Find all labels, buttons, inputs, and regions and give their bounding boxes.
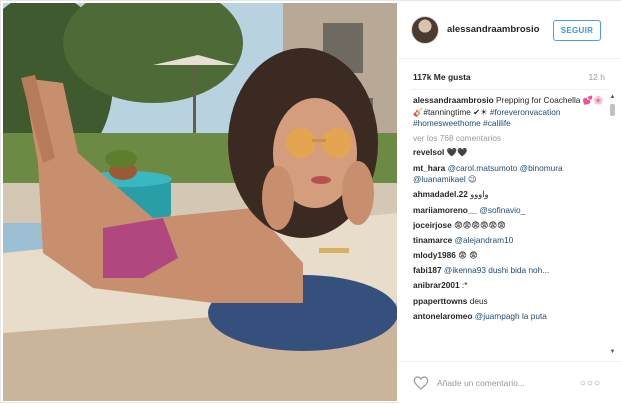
comment: mariiamoreno__ @sofinavio_ bbox=[413, 205, 609, 217]
comment: joceirjose 😨😨😨😨😨😨 bbox=[413, 220, 609, 232]
add-comment-input[interactable]: Añade un comentario... bbox=[437, 378, 580, 388]
comment-bar: Añade un comentario... ○○○ bbox=[399, 361, 621, 404]
comment: anibrar2001 :* bbox=[413, 280, 609, 292]
scroll-down-arrow-icon[interactable]: ▼ bbox=[609, 349, 616, 356]
comment-text: deus bbox=[469, 295, 488, 306]
comment-text: واووو bbox=[470, 189, 489, 200]
view-all-comments-link[interactable]: ver los 768 comentarios bbox=[413, 133, 609, 145]
likes-count[interactable]: 117k Me gusta bbox=[413, 72, 471, 82]
caption-username[interactable]: alessandraambrosio bbox=[413, 95, 494, 105]
comment: ahmadadel.22 واووو bbox=[413, 189, 609, 201]
comment-username[interactable]: fabi187 bbox=[413, 265, 442, 275]
instagram-post-window: alessandraambrosio SEGUIR 117k Me gusta … bbox=[0, 0, 621, 404]
comments-scrollbar[interactable]: ▲ ▼ bbox=[609, 94, 616, 356]
scroll-up-arrow-icon[interactable]: ▲ bbox=[609, 94, 616, 101]
scrollbar-thumb[interactable] bbox=[610, 104, 615, 116]
caption: alessandraambrosio Prepping for Coachell… bbox=[413, 95, 609, 130]
comment: revelsol 🖤🖤 bbox=[413, 147, 609, 159]
comment: mt_hara @carol.matsumoto @binomura @luan… bbox=[413, 163, 609, 186]
username-link[interactable]: alessandraambrosio bbox=[447, 24, 539, 35]
avatar[interactable] bbox=[411, 15, 439, 44]
comment: tinamarce @alejandram10 bbox=[413, 235, 609, 247]
heart-icon[interactable] bbox=[413, 375, 429, 391]
comment-username[interactable]: antonelaromeo bbox=[413, 311, 472, 321]
comment-username[interactable]: ahmadadel.22 bbox=[413, 189, 468, 199]
comment-text: 😨 😨 bbox=[458, 250, 478, 261]
comment-text: @ikenna93 dushi bida noh... bbox=[443, 265, 550, 276]
comment: antonelaromeo @juampagh la puta bbox=[413, 311, 609, 323]
post-photo[interactable] bbox=[3, 3, 397, 401]
comment-text: @alejandram10 bbox=[454, 234, 514, 245]
comment: fabi187 @ikenna93 dushi bida noh... bbox=[413, 265, 609, 277]
photo-image bbox=[3, 3, 397, 401]
divider bbox=[411, 89, 609, 90]
comment-username[interactable]: revelsol bbox=[413, 147, 444, 157]
post-header: alessandraambrosio SEGUIR bbox=[399, 1, 621, 59]
likes-row: 117k Me gusta 12 h bbox=[413, 69, 605, 85]
comment-username[interactable]: joceirjose bbox=[413, 220, 452, 230]
comment-text: 😨😨😨😨😨😨 bbox=[454, 219, 506, 230]
comments-list[interactable]: alessandraambrosio Prepping for Coachell… bbox=[413, 95, 609, 357]
comment-username[interactable]: ppaperttowns bbox=[413, 296, 467, 306]
comment-username[interactable]: tinamarce bbox=[413, 235, 452, 245]
post-time: 12 h bbox=[588, 72, 605, 82]
comment: mlody1986 😨 😨 bbox=[413, 250, 609, 262]
comment-text: :* bbox=[461, 280, 468, 291]
comment-text: 🖤🖤 bbox=[446, 147, 468, 158]
post-sidebar: alessandraambrosio SEGUIR 117k Me gusta … bbox=[399, 1, 621, 404]
comment: ppaperttowns deus bbox=[413, 296, 609, 308]
comment-text: @juampagh la puta bbox=[474, 310, 547, 321]
comment-username[interactable]: mlody1986 bbox=[413, 250, 456, 260]
comment-username[interactable]: anibrar2001 bbox=[413, 280, 460, 290]
comment-username[interactable]: mt_hara bbox=[413, 163, 445, 173]
comment-text: @sofinavio_ bbox=[479, 204, 526, 215]
more-options-icon[interactable]: ○○○ bbox=[580, 378, 601, 389]
comment-username[interactable]: mariiamoreno__ bbox=[413, 205, 477, 215]
follow-button[interactable]: SEGUIR bbox=[553, 20, 601, 41]
